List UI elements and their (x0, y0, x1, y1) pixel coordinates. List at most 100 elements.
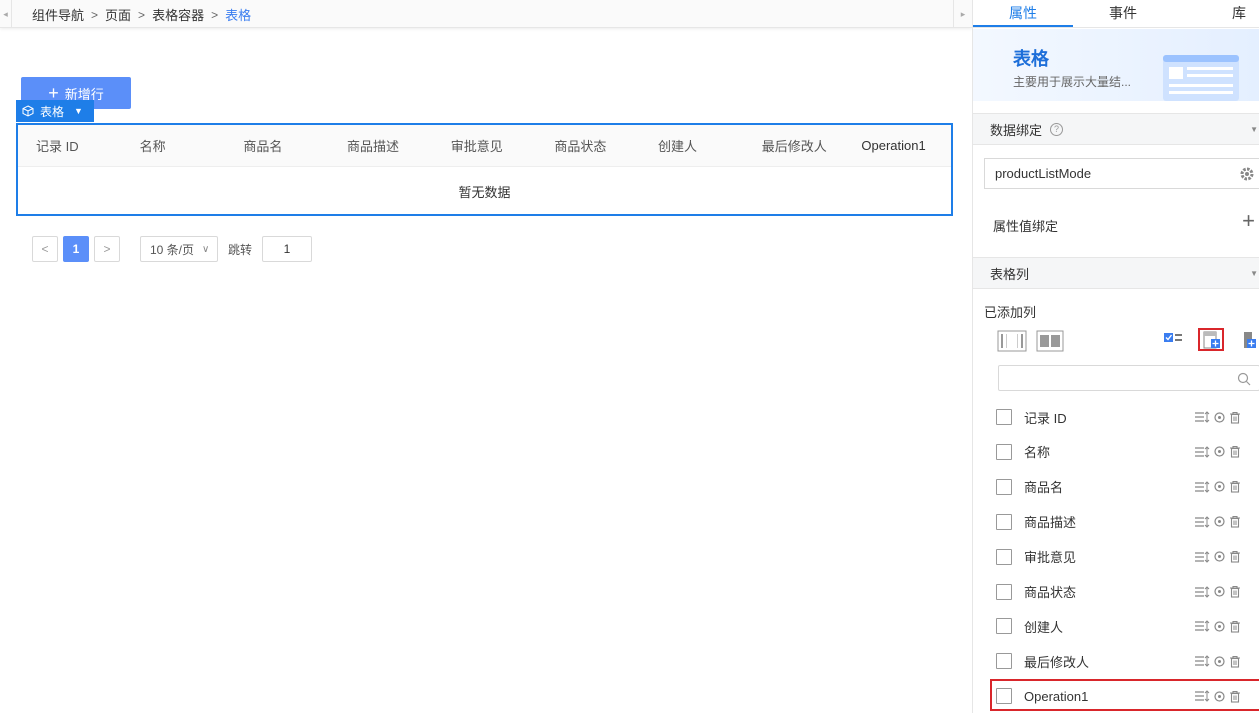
section-table-columns[interactable]: 表格列 ▼ (973, 257, 1259, 289)
sort-icon[interactable] (1194, 411, 1210, 423)
column-header[interactable]: Operation1 (847, 125, 951, 166)
settings-icon[interactable] (1213, 550, 1226, 563)
chevron-right-icon: > (91, 7, 99, 22)
column-actions (1194, 620, 1244, 633)
breadcrumb-item[interactable]: 表格容器 (152, 5, 204, 24)
next-page-button[interactable]: > (94, 236, 120, 262)
column-header[interactable]: 审批意见 (433, 125, 537, 166)
attr-binding-label: 属性值绑定 (993, 219, 1059, 234)
delete-icon[interactable] (1229, 585, 1241, 598)
column-list-item[interactable]: 商品状态 (973, 575, 1259, 609)
column-checkbox[interactable] (996, 653, 1012, 670)
column-list-item[interactable]: 商品名 (973, 470, 1259, 504)
tab-properties[interactable]: 属性 (973, 0, 1073, 27)
settings-icon[interactable] (1213, 411, 1226, 424)
delete-icon[interactable] (1229, 445, 1241, 458)
breadcrumb-current[interactable]: 表格 (225, 5, 251, 24)
column-label: 最后修改人 (1024, 654, 1090, 670)
delete-icon[interactable] (1229, 620, 1241, 633)
settings-icon[interactable] (1213, 655, 1226, 668)
settings-icon[interactable] (1213, 515, 1226, 528)
column-actions (1194, 515, 1244, 528)
tab-library[interactable]: 库 (1173, 0, 1259, 27)
column-checkbox[interactable] (996, 618, 1012, 635)
column-list-item[interactable]: 记录 ID (973, 400, 1259, 434)
scroll-right-icon[interactable]: ▸ (953, 0, 972, 28)
column-header[interactable]: 商品描述 (329, 125, 433, 166)
help-icon[interactable]: ? (1050, 122, 1064, 136)
column-header[interactable]: 记录 ID (18, 125, 122, 166)
page-size-select[interactable]: 10 条/页 ∨ (140, 236, 218, 262)
column-header[interactable]: 最后修改人 (744, 125, 848, 166)
delete-icon[interactable] (1229, 480, 1241, 493)
column-header[interactable]: 创建人 (640, 125, 744, 166)
column-split-icon[interactable] (1036, 330, 1064, 352)
pagination: < 1 > 10 条/页 ∨ 跳转 1 (32, 236, 313, 262)
table-header: 记录 ID 名称 商品名 商品描述 审批意见 商品状态 创建人 最后修改人 Op… (18, 125, 951, 167)
column-search-input[interactable] (998, 365, 1259, 391)
tab-events[interactable]: 事件 (1073, 0, 1173, 27)
highlight-box-add-column (1198, 328, 1224, 351)
column-checkbox[interactable] (996, 409, 1012, 425)
caret-down-icon[interactable]: ▼ (1250, 125, 1258, 134)
column-actions (1194, 480, 1244, 493)
column-actions (1194, 690, 1244, 703)
prev-page-button[interactable]: < (32, 236, 58, 262)
column-header[interactable]: 名称 (122, 125, 226, 166)
delete-icon[interactable] (1229, 411, 1241, 424)
section-data-binding[interactable]: 数据绑定 ? ▼ (973, 113, 1259, 145)
sort-icon[interactable] (1194, 550, 1210, 563)
column-checkbox[interactable] (996, 513, 1012, 530)
scroll-left-icon[interactable]: ◂ (0, 0, 12, 28)
sort-icon[interactable] (1194, 446, 1210, 458)
add-binding-icon[interactable]: + (1242, 210, 1255, 232)
add-fixed-column-icon[interactable] (1238, 330, 1258, 350)
column-list-item[interactable]: 名称 (973, 435, 1259, 469)
column-list-item[interactable]: 创建人 (973, 609, 1259, 643)
data-table[interactable]: 记录 ID 名称 商品名 商品描述 审批意见 商品状态 创建人 最后修改人 Op… (16, 123, 953, 216)
caret-down-icon[interactable]: ▼ (74, 106, 83, 116)
column-list-item[interactable]: 最后修改人 (973, 644, 1259, 678)
sort-icon[interactable] (1194, 481, 1210, 493)
column-actions (1194, 550, 1244, 563)
delete-icon[interactable] (1229, 550, 1241, 563)
checkbox-column-icon[interactable] (1163, 330, 1183, 346)
column-checkbox[interactable] (996, 443, 1012, 460)
column-list-item[interactable]: Operation1 (973, 679, 1259, 713)
sort-icon[interactable] (1194, 620, 1210, 633)
column-checkbox[interactable] (996, 688, 1012, 705)
settings-icon[interactable] (1213, 620, 1226, 633)
column-header[interactable]: 商品状态 (536, 125, 640, 166)
added-columns-label: 已添加列 (984, 305, 1037, 320)
column-actions (1194, 585, 1244, 598)
datasource-select[interactable]: productListMode (984, 158, 1259, 189)
table-tag-label: 表格 (40, 104, 65, 119)
sort-icon[interactable] (1194, 585, 1210, 598)
delete-icon[interactable] (1229, 690, 1241, 703)
column-checkbox[interactable] (996, 583, 1012, 600)
column-list-item[interactable]: 审批意见 (973, 540, 1259, 574)
settings-icon[interactable] (1213, 585, 1226, 598)
column-checkbox[interactable] (996, 478, 1012, 495)
column-header[interactable]: 商品名 (225, 125, 329, 166)
settings-icon[interactable] (1213, 480, 1226, 493)
breadcrumb-item[interactable]: 组件导航 (32, 5, 84, 24)
settings-icon[interactable] (1213, 690, 1226, 703)
sort-icon[interactable] (1194, 515, 1210, 528)
caret-down-icon[interactable]: ▼ (1250, 269, 1258, 278)
sort-icon[interactable] (1194, 655, 1210, 668)
gear-icon[interactable] (1239, 166, 1255, 182)
jump-label: 跳转 (228, 242, 253, 257)
delete-icon[interactable] (1229, 655, 1241, 668)
sort-icon[interactable] (1194, 690, 1210, 702)
settings-icon[interactable] (1213, 445, 1226, 458)
table-component-tag[interactable]: 表格 ▼ (16, 100, 94, 122)
breadcrumb: 组件导航 > 页面 > 表格容器 > 表格 (32, 5, 251, 24)
jump-page-input[interactable]: 1 (262, 236, 313, 262)
column-list-item[interactable]: 商品描述 (973, 505, 1259, 539)
column-checkbox[interactable] (996, 548, 1012, 565)
column-width-icon[interactable] (997, 330, 1027, 352)
delete-icon[interactable] (1229, 515, 1241, 528)
breadcrumb-item[interactable]: 页面 (105, 5, 131, 24)
page-number-current[interactable]: 1 (63, 236, 89, 262)
